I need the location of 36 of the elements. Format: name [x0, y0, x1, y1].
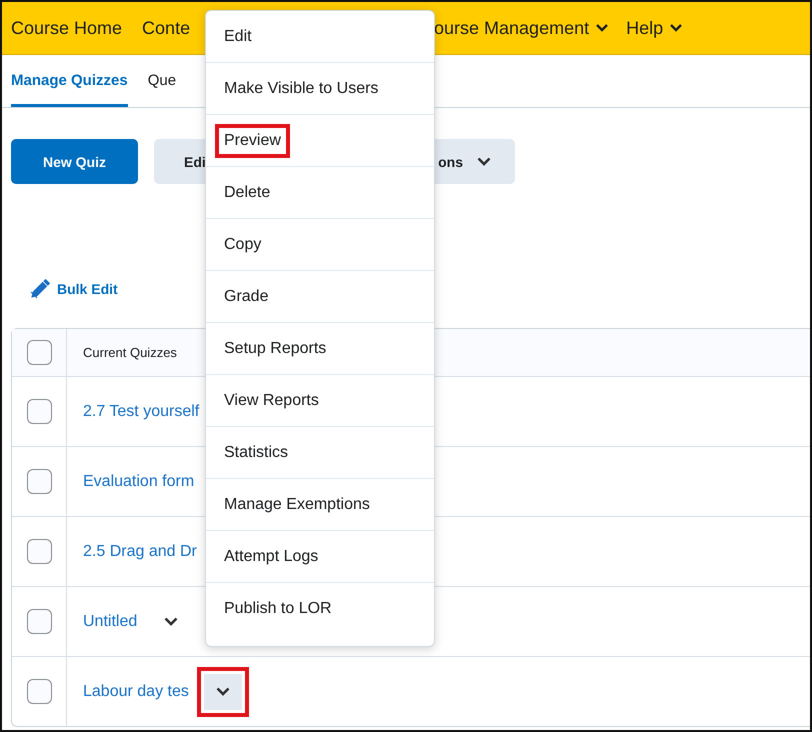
nav-link[interactable]: Help	[626, 18, 682, 38]
nav-link[interactable]: Conte	[142, 18, 190, 38]
new-quiz-button[interactable]: New Quiz	[11, 139, 138, 184]
menu-item[interactable]: View Reports	[215, 384, 328, 418]
menu-item[interactable]: Delete	[215, 176, 280, 210]
quiz-link[interactable]: 2.7 Test yourself	[83, 402, 200, 420]
bulk-edit-link[interactable]: Bulk Edit	[30, 279, 118, 299]
quiz-link[interactable]: Untitled	[83, 612, 138, 630]
nav-link[interactable]: Course Home	[11, 18, 122, 38]
checkbox[interactable]	[26, 679, 52, 704]
menu-item[interactable]: Publish to LOR	[215, 592, 341, 626]
quiz-link[interactable]: 2.5 Drag and Dr	[83, 542, 197, 560]
checkbox[interactable]	[26, 399, 52, 424]
checkbox[interactable]	[26, 340, 52, 365]
quiz-link[interactable]: Evaluation form	[83, 472, 194, 490]
menu-item[interactable]: Preview	[215, 124, 290, 158]
menu-item[interactable]: Make Visible to Users	[215, 72, 388, 106]
tab[interactable]: Que	[148, 55, 176, 107]
pencil-icon	[30, 279, 50, 299]
tab[interactable]: Manage Quizzes	[11, 55, 128, 107]
menu-item[interactable]: Manage Exemptions	[215, 488, 379, 522]
checkbox[interactable]	[26, 469, 52, 494]
column-header: Current Quizzes	[83, 345, 177, 360]
menu-item[interactable]: Copy	[215, 228, 270, 262]
checkbox[interactable]	[26, 539, 52, 564]
quiz-link[interactable]: Labour day tes	[83, 682, 189, 700]
menu-item[interactable]: Setup Reports	[215, 332, 336, 366]
checkbox[interactable]	[26, 609, 52, 634]
menu-item[interactable]: Edit	[215, 20, 261, 54]
menu-item[interactable]: Grade	[215, 280, 278, 314]
chevron-button[interactable]	[196, 666, 249, 716]
menu-item[interactable]: Attempt Logs	[215, 540, 328, 574]
chevron-down-icon	[216, 687, 230, 696]
nav-link[interactable]: ourse Management	[434, 18, 608, 38]
chevron-down-icon	[164, 617, 178, 626]
menu-item[interactable]: Statistics	[215, 436, 298, 470]
